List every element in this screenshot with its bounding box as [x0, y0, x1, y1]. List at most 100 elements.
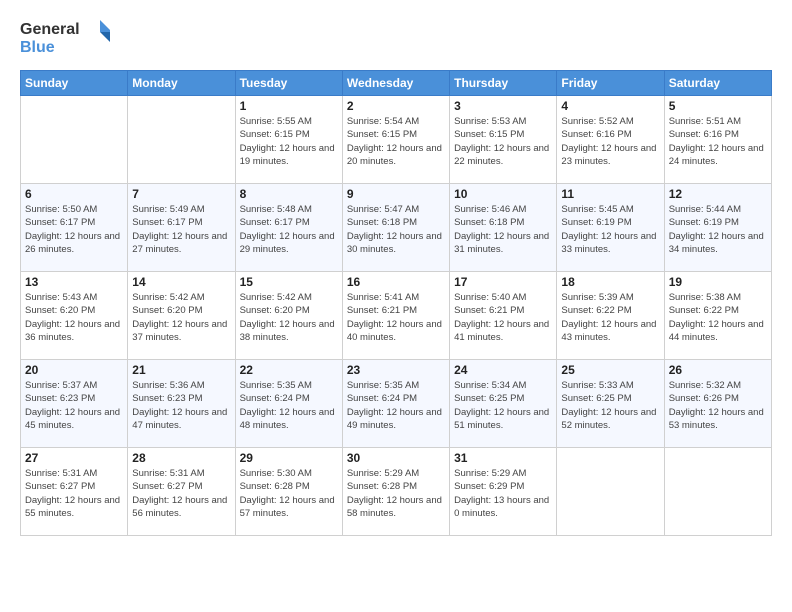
cell-w2-d4: 9Sunrise: 5:47 AM Sunset: 6:18 PM Daylig… [342, 184, 449, 272]
day-info: Sunrise: 5:46 AM Sunset: 6:18 PM Dayligh… [454, 203, 552, 256]
cell-w4-d7: 26 Sunrise: 5:32 AM Sunset: 6:26 PM Dayli… [664, 360, 771, 448]
day-info: Sunrise: 5:32 AM Sunset: 6:26 PM Dayligh… [669, 379, 767, 432]
day-number: 11 [561, 187, 659, 201]
cell-w1-d3: 1Sunrise: 5:55 AM Sunset: 6:15 PM Daylig… [235, 96, 342, 184]
cell-w2-d3: 8Sunrise: 5:48 AM Sunset: 6:17 PM Daylig… [235, 184, 342, 272]
day-info: Sunrise: 5:49 AM Sunset: 6:17 PM Dayligh… [132, 203, 230, 256]
cell-w3-d5: 17 Sunrise: 5:40 AM Sunset: 6:21 PM Dayli… [450, 272, 557, 360]
day-info: Sunrise: 5:44 AM Sunset: 6:19 PM Dayligh… [669, 203, 767, 256]
calendar-table: SundayMondayTuesdayWednesdayThursdayFrid… [20, 70, 772, 536]
svg-text:General: General [20, 21, 80, 38]
cell-w3-d6: 18 Sunrise: 5:39 AM Sunset: 6:22 PM Dayli… [557, 272, 664, 360]
day-number: 6 [25, 187, 123, 201]
day-info: Sunrise: 5:29 AM Sunset: 6:29 PM Dayligh… [454, 467, 552, 520]
cell-w5-d1: 27 Sunrise: 5:31 AM Sunset: 6:27 PM Dayli… [21, 448, 128, 536]
cell-w5-d5: 31 Sunrise: 5:29 AM Sunset: 6:29 PM Dayli… [450, 448, 557, 536]
day-info: Sunrise: 5:37 AM Sunset: 6:23 PM Dayligh… [25, 379, 123, 432]
day-number: 21 [132, 363, 230, 377]
day-number: 29 [240, 451, 338, 465]
header-friday: Friday [557, 71, 664, 96]
day-info: Sunrise: 5:53 AM Sunset: 6:15 PM Dayligh… [454, 115, 552, 168]
day-info: Sunrise: 5:45 AM Sunset: 6:19 PM Dayligh… [561, 203, 659, 256]
day-number: 3 [454, 99, 552, 113]
day-number: 31 [454, 451, 552, 465]
day-info: Sunrise: 5:29 AM Sunset: 6:28 PM Dayligh… [347, 467, 445, 520]
day-info: Sunrise: 5:31 AM Sunset: 6:27 PM Dayligh… [25, 467, 123, 520]
day-number: 30 [347, 451, 445, 465]
day-info: Sunrise: 5:48 AM Sunset: 6:17 PM Dayligh… [240, 203, 338, 256]
day-info: Sunrise: 5:40 AM Sunset: 6:21 PM Dayligh… [454, 291, 552, 344]
cell-w1-d1 [21, 96, 128, 184]
day-number: 23 [347, 363, 445, 377]
day-number: 10 [454, 187, 552, 201]
day-info: Sunrise: 5:34 AM Sunset: 6:25 PM Dayligh… [454, 379, 552, 432]
day-number: 26 [669, 363, 767, 377]
day-info: Sunrise: 5:47 AM Sunset: 6:18 PM Dayligh… [347, 203, 445, 256]
cell-w1-d6: 4 Sunrise: 5:52 AM Sunset: 6:16 PM Daylig… [557, 96, 664, 184]
header-tuesday: Tuesday [235, 71, 342, 96]
cell-w2-d6: 11 Sunrise: 5:45 AM Sunset: 6:19 PM Dayli… [557, 184, 664, 272]
day-number: 28 [132, 451, 230, 465]
cell-w4-d3: 22Sunrise: 5:35 AM Sunset: 6:24 PM Dayli… [235, 360, 342, 448]
page: General Blue SundayMondayTuesdayWednesda… [0, 0, 792, 612]
day-info: Sunrise: 5:30 AM Sunset: 6:28 PM Dayligh… [240, 467, 338, 520]
day-info: Sunrise: 5:54 AM Sunset: 6:15 PM Dayligh… [347, 115, 445, 168]
day-info: Sunrise: 5:38 AM Sunset: 6:22 PM Dayligh… [669, 291, 767, 344]
day-info: Sunrise: 5:43 AM Sunset: 6:20 PM Dayligh… [25, 291, 123, 344]
day-info: Sunrise: 5:52 AM Sunset: 6:16 PM Dayligh… [561, 115, 659, 168]
day-info: Sunrise: 5:55 AM Sunset: 6:15 PM Dayligh… [240, 115, 338, 168]
day-number: 18 [561, 275, 659, 289]
day-number: 4 [561, 99, 659, 113]
cell-w1-d2 [128, 96, 235, 184]
cell-w5-d6 [557, 448, 664, 536]
header-thursday: Thursday [450, 71, 557, 96]
day-number: 13 [25, 275, 123, 289]
svg-text:Blue: Blue [20, 39, 55, 56]
day-number: 27 [25, 451, 123, 465]
cell-w1-d5: 3 Sunrise: 5:53 AM Sunset: 6:15 PM Daylig… [450, 96, 557, 184]
cell-w2-d7: 12 Sunrise: 5:44 AM Sunset: 6:19 PM Dayli… [664, 184, 771, 272]
cell-w4-d5: 24 Sunrise: 5:34 AM Sunset: 6:25 PM Dayli… [450, 360, 557, 448]
day-number: 17 [454, 275, 552, 289]
day-info: Sunrise: 5:41 AM Sunset: 6:21 PM Dayligh… [347, 291, 445, 344]
day-number: 7 [132, 187, 230, 201]
cell-w2-d2: 7 Sunrise: 5:49 AM Sunset: 6:17 PM Daylig… [128, 184, 235, 272]
week-row-2: 6 Sunrise: 5:50 AM Sunset: 6:17 PM Daylig… [21, 184, 772, 272]
cell-w3-d7: 19 Sunrise: 5:38 AM Sunset: 6:22 PM Dayli… [664, 272, 771, 360]
cell-w5-d3: 29 Sunrise: 5:30 AM Sunset: 6:28 PM Dayli… [235, 448, 342, 536]
cell-w4-d1: 20 Sunrise: 5:37 AM Sunset: 6:23 PM Dayli… [21, 360, 128, 448]
cell-w5-d4: 30 Sunrise: 5:29 AM Sunset: 6:28 PM Dayli… [342, 448, 449, 536]
cell-w3-d4: 16Sunrise: 5:41 AM Sunset: 6:21 PM Dayli… [342, 272, 449, 360]
day-info: Sunrise: 5:51 AM Sunset: 6:16 PM Dayligh… [669, 115, 767, 168]
cell-w5-d7 [664, 448, 771, 536]
logo-icon: General Blue [20, 16, 110, 60]
calendar-header-row: SundayMondayTuesdayWednesdayThursdayFrid… [21, 71, 772, 96]
day-number: 2 [347, 99, 445, 113]
cell-w4-d2: 21 Sunrise: 5:36 AM Sunset: 6:23 PM Dayli… [128, 360, 235, 448]
header: General Blue [20, 16, 772, 60]
day-number: 20 [25, 363, 123, 377]
day-info: Sunrise: 5:36 AM Sunset: 6:23 PM Dayligh… [132, 379, 230, 432]
day-info: Sunrise: 5:50 AM Sunset: 6:17 PM Dayligh… [25, 203, 123, 256]
cell-w1-d7: 5 Sunrise: 5:51 AM Sunset: 6:16 PM Daylig… [664, 96, 771, 184]
header-sunday: Sunday [21, 71, 128, 96]
cell-w1-d4: 2 Sunrise: 5:54 AM Sunset: 6:15 PM Daylig… [342, 96, 449, 184]
cell-w3-d3: 15Sunrise: 5:42 AM Sunset: 6:20 PM Dayli… [235, 272, 342, 360]
day-number: 19 [669, 275, 767, 289]
day-info: Sunrise: 5:42 AM Sunset: 6:20 PM Dayligh… [132, 291, 230, 344]
day-info: Sunrise: 5:39 AM Sunset: 6:22 PM Dayligh… [561, 291, 659, 344]
week-row-1: 1Sunrise: 5:55 AM Sunset: 6:15 PM Daylig… [21, 96, 772, 184]
header-saturday: Saturday [664, 71, 771, 96]
cell-w2-d5: 10 Sunrise: 5:46 AM Sunset: 6:18 PM Dayli… [450, 184, 557, 272]
day-number: 12 [669, 187, 767, 201]
day-number: 5 [669, 99, 767, 113]
cell-w5-d2: 28 Sunrise: 5:31 AM Sunset: 6:27 PM Dayli… [128, 448, 235, 536]
day-number: 24 [454, 363, 552, 377]
week-row-3: 13 Sunrise: 5:43 AM Sunset: 6:20 PM Dayli… [21, 272, 772, 360]
week-row-4: 20 Sunrise: 5:37 AM Sunset: 6:23 PM Dayli… [21, 360, 772, 448]
day-info: Sunrise: 5:35 AM Sunset: 6:24 PM Dayligh… [347, 379, 445, 432]
cell-w4-d4: 23 Sunrise: 5:35 AM Sunset: 6:24 PM Dayli… [342, 360, 449, 448]
week-row-5: 27 Sunrise: 5:31 AM Sunset: 6:27 PM Dayli… [21, 448, 772, 536]
header-wednesday: Wednesday [342, 71, 449, 96]
day-info: Sunrise: 5:31 AM Sunset: 6:27 PM Dayligh… [132, 467, 230, 520]
